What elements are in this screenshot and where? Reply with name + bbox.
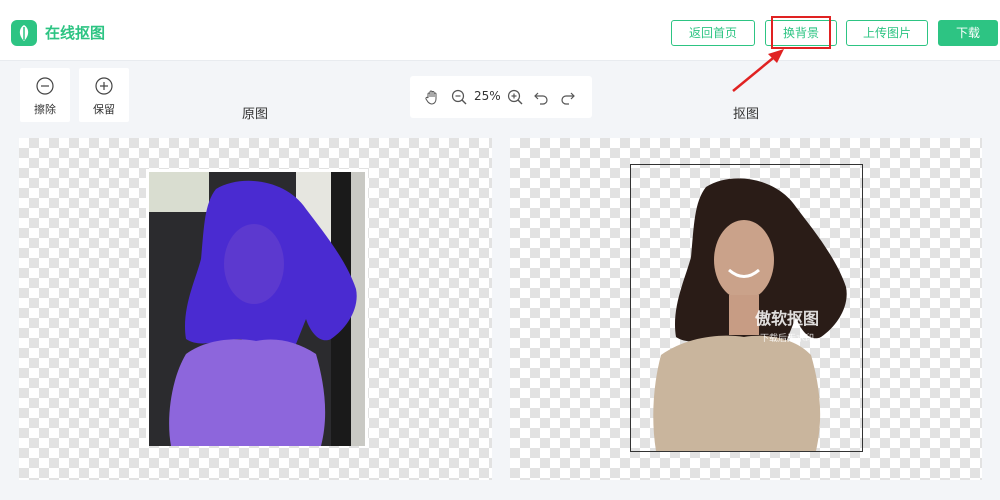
app-title: 在线抠图 [45, 24, 106, 42]
home-button[interactable]: 返回首页 [671, 20, 755, 46]
cutout-image: 傲软抠图 下载后无水印 [630, 164, 863, 452]
keep-label: 保留 [93, 103, 115, 116]
plus-circle-icon [95, 77, 113, 95]
watermark-main: 傲软抠图 [754, 309, 819, 328]
erase-tool[interactable]: 擦除 [20, 68, 70, 122]
download-button[interactable]: 下载 [938, 20, 998, 46]
watermark: 傲软抠图 下载后无水印 [727, 305, 847, 344]
leaf-logo-icon [11, 20, 37, 46]
zoom-out-icon[interactable] [451, 89, 467, 105]
undo-icon[interactable] [533, 89, 549, 105]
original-panel-title: 原图 [242, 107, 269, 122]
cutout-canvas[interactable]: 傲软抠图 下载后无水印 [510, 138, 982, 480]
redo-icon[interactable] [560, 89, 576, 105]
upload-image-button[interactable]: 上传图片 [846, 20, 928, 46]
keep-tool[interactable]: 保留 [79, 68, 129, 122]
minus-circle-icon [36, 77, 54, 95]
erase-label: 擦除 [34, 103, 56, 116]
watermark-sub: 下载后无水印 [759, 334, 814, 344]
zoom-value: 25% [474, 89, 501, 103]
zoom-toolbar: 25% [410, 76, 592, 118]
original-canvas[interactable] [19, 138, 492, 480]
original-image [146, 169, 368, 446]
cutout-panel-title: 抠图 [733, 107, 760, 122]
hand-icon[interactable] [424, 89, 440, 105]
zoom-in-icon[interactable] [507, 89, 523, 105]
annotation-arrow-icon [732, 49, 784, 92]
top-bar: 在线抠图 返回首页 换背景 上传图片 下载 [0, 0, 1000, 61]
